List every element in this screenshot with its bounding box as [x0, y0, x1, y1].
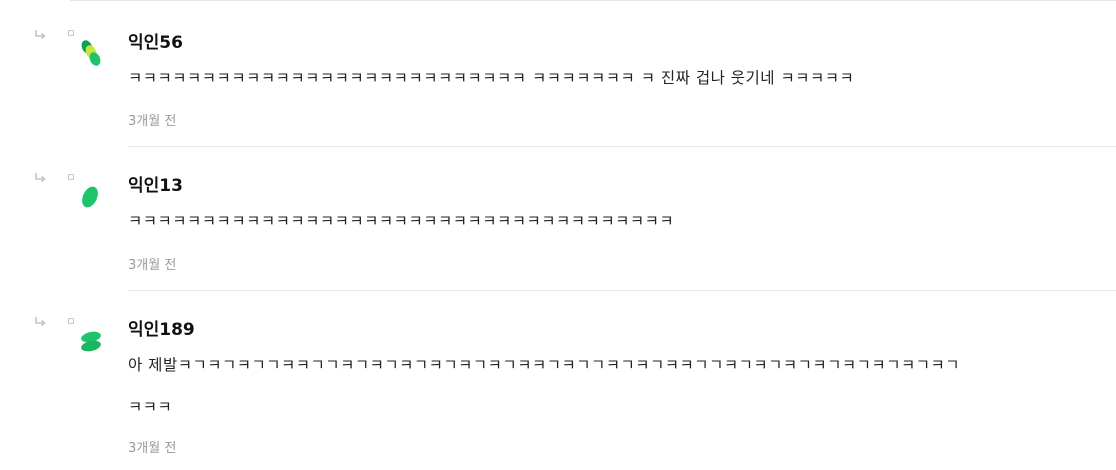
comment-item: 익인56 ㅋㅋㅋㅋㅋㅋㅋㅋㅋㅋㅋㅋㅋㅋㅋㅋㅋㅋㅋㅋㅋㅋㅋㅋㅋㅋㅋ ㅋㅋㅋㅋㅋㅋㅋ…	[0, 0, 1116, 146]
green-stack-icon[interactable]	[76, 327, 106, 357]
green-leaves-icon[interactable]	[76, 38, 106, 68]
reply-arrow-icon	[35, 317, 46, 327]
comment-text: 아 제발ㅋㄱㅋㄱㅋㄱㄱㅋㅋㄱㄱㅋㄱㅋㄱㅋㄱㅋㄱㅋㄱㅋㄱㅋㅋㄱㅋㄱㄱㅋㄱㅋㄱㅋㅋㄱ…	[128, 356, 960, 374]
green-leaf-icon[interactable]	[76, 182, 106, 212]
reply-arrow-icon	[35, 173, 46, 183]
comment-timestamp: 3개월 전	[128, 441, 177, 456]
comment-text: ㅋㅋㅋㅋㅋㅋㅋㅋㅋㅋㅋㅋㅋㅋㅋㅋㅋㅋㅋㅋㅋㅋㅋㅋㅋㅋㅋ ㅋㅋㅋㅋㅋㅋㅋ ㅋ 진짜…	[128, 69, 855, 87]
comment-author[interactable]: 익인13	[128, 171, 183, 196]
bullet-dot-icon	[68, 174, 74, 180]
comment-author[interactable]: 익인189	[128, 315, 195, 340]
comment-author[interactable]: 익인56	[128, 28, 183, 53]
comment-text: ㅋㅋㅋㅋㅋㅋㅋㅋㅋㅋㅋㅋㅋㅋㅋㅋㅋㅋㅋㅋㅋㅋㅋㅋㅋㅋㅋㅋㅋㅋㅋㅋㅋㅋㅋㅋㅋ	[128, 212, 675, 230]
comment-item: 익인13 ㅋㅋㅋㅋㅋㅋㅋㅋㅋㅋㅋㅋㅋㅋㅋㅋㅋㅋㅋㅋㅋㅋㅋㅋㅋㅋㅋㅋㅋㅋㅋㅋㅋㅋㅋ…	[0, 147, 1116, 290]
comment-item: 익인189 아 제발ㅋㄱㅋㄱㅋㄱㄱㅋㅋㄱㄱㅋㄱㅋㄱㅋㄱㅋㄱㅋㄱㅋㄱㅋㅋㄱㅋㄱㄱㅋ…	[0, 291, 1116, 470]
comment-text-line-2: ㅋㅋㅋ	[128, 398, 173, 416]
bullet-dot-icon	[68, 30, 74, 36]
comment-timestamp: 3개월 전	[128, 114, 177, 129]
comment-timestamp: 3개월 전	[128, 258, 177, 273]
bullet-dot-icon	[68, 318, 74, 324]
reply-arrow-icon	[35, 30, 46, 40]
